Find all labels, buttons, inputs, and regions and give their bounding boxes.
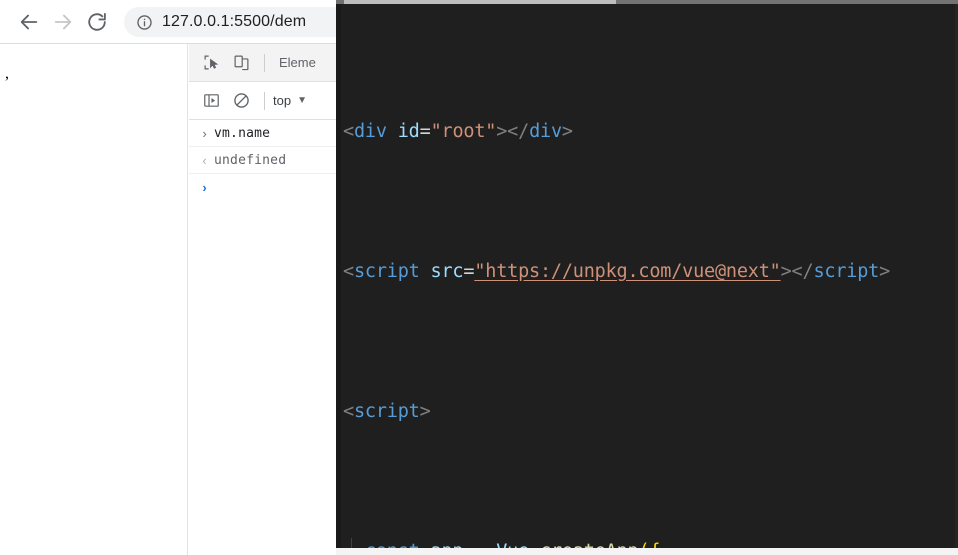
js-context-selector[interactable]: top ▼ xyxy=(273,93,307,108)
tok-gt: > xyxy=(496,121,508,142)
chevron-down-icon: ▼ xyxy=(297,95,307,106)
console-result-value: undefined xyxy=(214,152,287,168)
tok-gt: > xyxy=(780,261,792,282)
code-line-3: <script> xyxy=(343,398,955,426)
reload-button[interactable] xyxy=(80,5,114,39)
back-arrow-icon xyxy=(20,14,38,30)
back-button[interactable] xyxy=(12,5,46,39)
code-line-2: <script src="https://unpkg.com/vue@next"… xyxy=(343,258,955,286)
tok-tag: script xyxy=(353,401,420,422)
tok-lt: < xyxy=(343,401,354,422)
tok-tag: script xyxy=(353,261,420,282)
tok-close-tag: script xyxy=(813,261,880,282)
tok-close-tag: div xyxy=(529,121,562,142)
tok-lt: < xyxy=(343,121,354,142)
console-result-marker: ‹ xyxy=(202,152,207,168)
tok-eq: = xyxy=(463,261,475,282)
code-line-1: <div id="root"></div> xyxy=(343,118,955,146)
device-toolbar-icon xyxy=(234,55,248,71)
console-input-marker: › xyxy=(202,125,207,141)
forward-button[interactable] xyxy=(46,5,80,39)
page-viewport: , xyxy=(0,44,188,555)
clear-console-button[interactable] xyxy=(226,87,256,115)
console-input-expression: vm.name xyxy=(214,125,271,141)
editor-left-gutter xyxy=(336,4,341,548)
tok-url-string[interactable]: "https://unpkg.com/vue@next" xyxy=(474,261,780,282)
js-context-label: top xyxy=(273,93,292,108)
site-info-icon[interactable] xyxy=(136,14,153,31)
code-editor-overlay[interactable]: <div id="root"></div> <script src="https… xyxy=(336,0,958,555)
console-prompt-marker: › xyxy=(202,179,207,195)
tok-attr: id xyxy=(397,121,420,142)
inspect-element-button[interactable] xyxy=(196,49,226,77)
tok-close-gt: > xyxy=(561,121,573,142)
tok-lt: < xyxy=(343,261,354,282)
editor-top-strip xyxy=(336,0,958,4)
code-content[interactable]: <div id="root"></div> <script src="https… xyxy=(343,6,955,555)
tok-close-gt: > xyxy=(879,261,891,282)
address-bar-url: 127.0.0.1:5500/dem xyxy=(162,13,307,30)
tab-elements[interactable]: Eleme xyxy=(273,55,322,70)
reload-icon xyxy=(88,13,106,31)
editor-bottom-strip xyxy=(336,548,958,555)
console-sidebar-button[interactable] xyxy=(196,87,226,115)
device-toolbar-button[interactable] xyxy=(226,49,256,77)
inspect-cursor-icon xyxy=(204,55,218,70)
tok-eq: = xyxy=(419,121,431,142)
rendered-app-output: , xyxy=(5,65,9,82)
tok-close-lt: </ xyxy=(507,121,530,142)
forward-arrow-icon xyxy=(54,14,72,30)
tok-tag: div xyxy=(353,121,387,142)
tok-str: "root" xyxy=(430,121,497,142)
tok-attr: src xyxy=(430,261,464,282)
tok-close-lt: </ xyxy=(791,261,814,282)
console-sidebar-icon xyxy=(203,94,219,107)
tok-gt: > xyxy=(419,401,431,422)
toolbar-divider-2 xyxy=(264,91,265,110)
clear-console-icon xyxy=(233,93,249,108)
toolbar-divider-1 xyxy=(264,53,265,72)
